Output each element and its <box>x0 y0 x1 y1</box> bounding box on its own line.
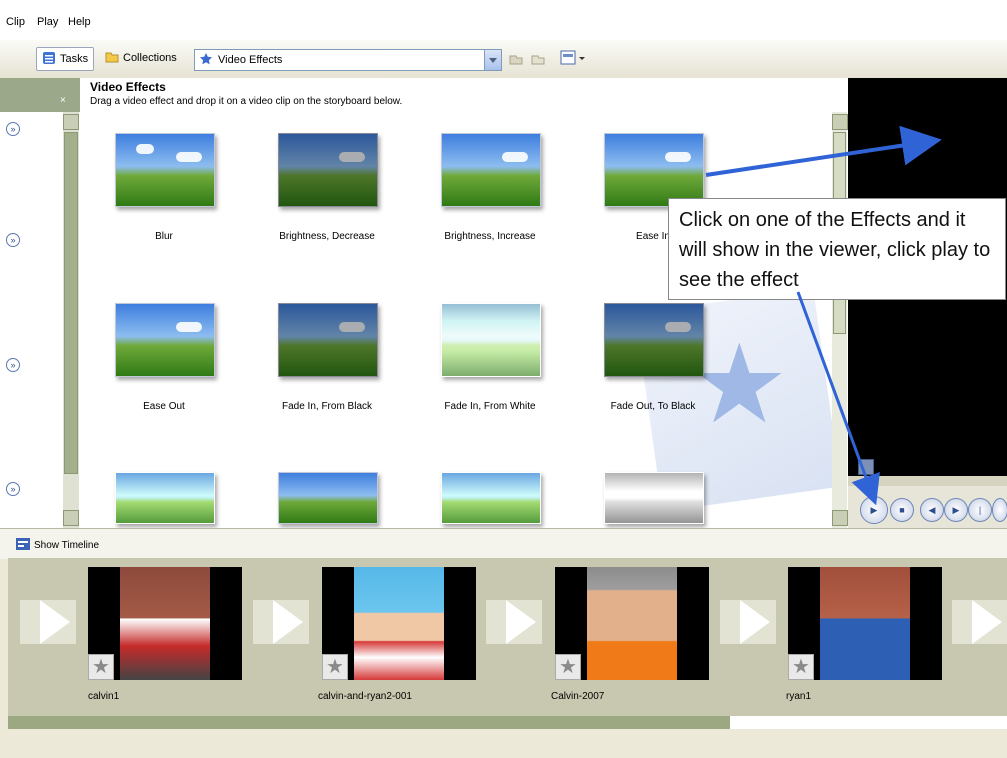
menu-clip[interactable]: Clip <box>6 16 25 28</box>
tasks-button[interactable]: Tasks <box>36 47 95 71</box>
next-frame-button[interactable]: ▶ <box>944 498 968 522</box>
clip-label: calvin-and-ryan2-001 <box>318 691 412 702</box>
tasks-icon <box>42 51 56 68</box>
play-button[interactable]: ▶ <box>860 496 888 524</box>
instruction-callout: Click on one of the Effects and it will … <box>668 198 1006 300</box>
timeline-icon <box>16 538 30 553</box>
scroll-down-button[interactable] <box>832 510 848 526</box>
effects-combo[interactable]: Video Effects <box>194 49 502 71</box>
effect-thumbnail-ease-out[interactable] <box>115 303 215 377</box>
effect-thumbnail-brightness-increase[interactable] <box>441 133 541 207</box>
effects-scrollbar[interactable] <box>832 112 848 528</box>
storyboard-clip[interactable]: ★ <box>555 567 709 680</box>
effect-label: Ease Out <box>143 401 185 412</box>
effect-thumbnail[interactable] <box>278 472 378 524</box>
star-icon: ★ <box>690 323 789 446</box>
clip-thumbnail <box>587 567 677 680</box>
star-icon: ★ <box>88 654 114 680</box>
transition-slot[interactable] <box>486 600 542 644</box>
chevron-icon[interactable]: » <box>6 482 20 496</box>
effect-thumbnail-fade-in-black[interactable] <box>278 303 378 377</box>
menu-play[interactable]: Play <box>37 16 58 28</box>
toolbar: Tasks Collections <box>0 40 1007 79</box>
star-icon: ★ <box>555 654 581 680</box>
effect-thumbnail[interactable] <box>604 472 704 524</box>
combo-value: Video Effects <box>218 54 283 66</box>
views-button[interactable] <box>560 49 586 70</box>
status-bar <box>0 730 1007 758</box>
clip-thumbnail <box>120 567 210 680</box>
scroll-thumb[interactable] <box>64 132 78 474</box>
transition-slot[interactable] <box>952 600 1007 644</box>
effect-thumbnail-ease-in[interactable] <box>604 133 704 207</box>
storyboard-scroll-track[interactable] <box>730 716 1007 729</box>
chevron-icon[interactable]: » <box>6 233 20 247</box>
effect-thumbnail-blur[interactable] <box>115 133 215 207</box>
scroll-down-button[interactable] <box>63 510 79 526</box>
star-icon <box>199 52 213 69</box>
storyboard-clip[interactable]: ★ <box>322 567 476 680</box>
snapshot-button[interactable] <box>992 498 1007 522</box>
clip-label: calvin1 <box>88 691 120 702</box>
transition-slot[interactable] <box>253 600 309 644</box>
effect-label: Blur <box>155 231 173 242</box>
effect-thumbnail-brightness-decrease[interactable] <box>278 133 378 207</box>
effect-label: Fade In, From White <box>444 401 536 412</box>
effect-label: Brightness, Decrease <box>279 231 375 242</box>
menu-help[interactable]: Help <box>68 16 91 28</box>
effect-label: Fade In, From Black <box>281 401 373 412</box>
effect-thumbnail[interactable] <box>115 472 215 524</box>
task-strip-scrollbar[interactable] <box>63 112 79 528</box>
scroll-up-button[interactable] <box>63 114 79 130</box>
chevron-icon[interactable]: » <box>6 122 20 136</box>
scroll-up-button[interactable] <box>832 114 848 130</box>
storyboard-scroll-thumb[interactable] <box>8 716 730 729</box>
collections-button[interactable]: Collections <box>100 47 182 69</box>
collections-label: Collections <box>123 52 177 64</box>
clip-label: ryan1 <box>786 691 812 702</box>
effect-thumbnail-fade-in-white[interactable] <box>441 303 541 377</box>
transition-slot[interactable] <box>20 600 76 644</box>
folder-icon <box>105 50 119 66</box>
show-timeline-button[interactable]: Show Timeline <box>16 538 99 553</box>
timeline-bar <box>0 528 1007 559</box>
star-icon: ★ <box>322 654 348 680</box>
previous-frame-button[interactable]: ◀ <box>920 498 944 522</box>
effects-description: Drag a video effect and drop it on a vid… <box>90 96 403 107</box>
split-button[interactable]: | <box>968 498 992 522</box>
clip-thumbnail <box>354 567 444 680</box>
effect-thumbnail-fade-out-black[interactable] <box>604 303 704 377</box>
storyboard-clip[interactable]: ★ <box>88 567 242 680</box>
transition-slot[interactable] <box>720 600 776 644</box>
effect-label: Fade Out, To Black <box>610 401 696 412</box>
menu-bar: Clip Play Help <box>0 0 1007 40</box>
combo-dropdown-button[interactable] <box>484 50 501 70</box>
star-icon: ★ <box>788 654 814 680</box>
effect-thumbnail[interactable] <box>441 472 541 524</box>
task-strip-header: × <box>0 78 80 112</box>
effects-title: Video Effects <box>90 80 166 94</box>
new-folder-icon[interactable] <box>530 50 546 69</box>
chevron-icon[interactable]: » <box>6 358 20 372</box>
tasks-label: Tasks <box>60 53 89 65</box>
seek-thumb[interactable] <box>858 459 874 475</box>
seek-bar[interactable] <box>848 476 1007 486</box>
clip-label: Calvin-2007 <box>551 691 605 702</box>
clip-thumbnail <box>820 567 910 680</box>
storyboard-clip[interactable]: ★ <box>788 567 942 680</box>
close-icon[interactable]: × <box>60 95 66 106</box>
up-folder-icon[interactable] <box>508 50 524 69</box>
stop-button[interactable]: ■ <box>890 498 914 522</box>
effect-label: Brightness, Increase <box>444 231 536 242</box>
show-timeline-label: Show Timeline <box>34 540 100 551</box>
